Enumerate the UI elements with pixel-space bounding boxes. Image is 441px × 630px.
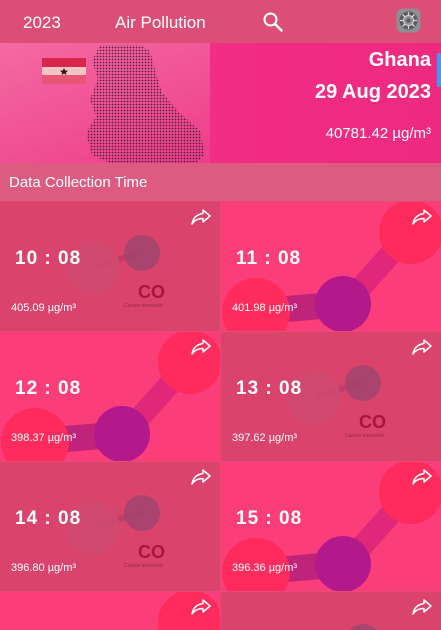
co-molecule-label: CO xyxy=(359,412,386,432)
reading-value: 405.09 µg/m³ xyxy=(11,302,77,314)
share-icon[interactable] xyxy=(411,208,433,226)
reading-tile-partial[interactable] xyxy=(221,592,441,630)
reading-tile[interactable]: CO Carbon monoxide 14 : 08 396.80 µg/m³ xyxy=(0,462,220,591)
ghana-flag-icon xyxy=(42,58,86,84)
reading-value: 396.80 µg/m³ xyxy=(11,562,77,574)
share-icon[interactable] xyxy=(190,208,212,226)
total-concentration: 40781.42 µg/m³ xyxy=(325,125,431,142)
reading-value: 397.62 µg/m³ xyxy=(232,432,298,444)
reading-tile[interactable]: 15 : 08 396.36 µg/m³ xyxy=(221,462,441,591)
co-molecule-caption: Carbon monoxide xyxy=(124,563,164,569)
reading-value: 401.98 µg/m³ xyxy=(232,302,298,314)
reading-time: 11 : 08 xyxy=(236,248,302,269)
reading-time: 15 : 08 xyxy=(236,508,303,529)
section-title: Data Collection Time xyxy=(9,174,148,191)
reading-tile[interactable]: 12 : 08 398.37 µg/m³ xyxy=(0,332,220,461)
reading-value: 396.36 µg/m³ xyxy=(232,562,298,574)
reading-tile[interactable]: 11 : 08 401.98 µg/m³ xyxy=(221,202,441,331)
report-date: 29 Aug 2023 xyxy=(315,81,431,103)
section-header: Data Collection Time xyxy=(0,163,441,201)
reading-tile[interactable]: CO Carbon monoxide 10 : 08 405.09 µg/m³ xyxy=(0,202,220,331)
search-icon[interactable] xyxy=(262,11,284,33)
reading-tile-partial[interactable] xyxy=(0,592,220,630)
reading-time: 12 : 08 xyxy=(15,378,82,399)
reading-time: 13 : 08 xyxy=(236,378,303,399)
share-icon[interactable] xyxy=(190,338,212,356)
share-icon[interactable] xyxy=(190,598,212,616)
country-summary: Ghana 29 Aug 2023 40781.42 µg/m³ xyxy=(0,43,441,163)
reading-value: 398.37 µg/m³ xyxy=(11,432,77,444)
co-molecule-caption: Carbon monoxide xyxy=(124,303,164,309)
co-molecule-label: CO xyxy=(138,542,165,562)
co-molecule-caption: Carbon monoxide xyxy=(345,433,385,439)
top-bar: 2023 Air Pollution xyxy=(0,0,441,43)
reading-tile[interactable]: CO Carbon monoxide 13 : 08 397.62 µg/m³ xyxy=(221,332,441,461)
reading-time: 10 : 08 xyxy=(15,248,82,269)
app-root: 2023 Air Pollution Ghana 29 Aug 2023 407… xyxy=(0,0,441,630)
year-selector[interactable]: 2023 xyxy=(23,13,61,33)
share-icon[interactable] xyxy=(411,338,433,356)
app-title: Air Pollution xyxy=(115,13,206,32)
reading-time: 14 : 08 xyxy=(15,508,82,529)
country-map xyxy=(0,43,210,163)
country-name: Ghana xyxy=(368,49,431,71)
co-molecule-label: CO xyxy=(138,282,165,302)
settings-icon[interactable] xyxy=(396,8,421,33)
share-icon[interactable] xyxy=(190,468,212,486)
share-icon[interactable] xyxy=(411,468,433,486)
scrollbar-handle[interactable] xyxy=(437,53,441,87)
share-icon[interactable] xyxy=(411,598,433,616)
